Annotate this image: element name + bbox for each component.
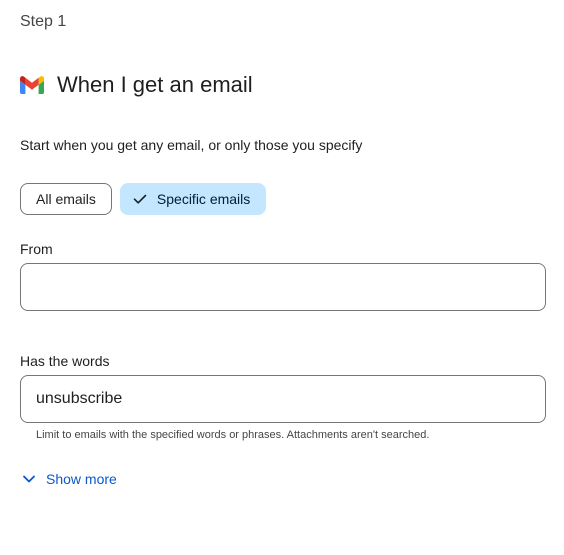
all-emails-chip-label: All emails [36, 191, 96, 207]
workflow-step-panel: Step 1 When I get an email Start when yo… [0, 0, 564, 555]
has-words-label: Has the words [20, 353, 110, 369]
show-more-label: Show more [46, 471, 117, 487]
email-filter-chips: All emails Specific emails [20, 183, 267, 215]
specific-emails-chip[interactable]: Specific emails [119, 183, 267, 215]
trigger-header: When I get an email [20, 72, 253, 98]
all-emails-chip[interactable]: All emails [20, 183, 112, 215]
checkmark-icon [131, 190, 149, 208]
has-words-helper-text: Limit to emails with the specified words… [36, 429, 430, 441]
step-label: Step 1 [20, 13, 67, 30]
specific-emails-chip-label: Specific emails [156, 191, 251, 207]
has-words-field[interactable] [20, 375, 546, 423]
chevron-down-icon [20, 470, 38, 488]
gmail-icon [20, 76, 44, 94]
from-field[interactable] [20, 263, 546, 311]
trigger-title: When I get an email [57, 72, 253, 97]
trigger-description: Start when you get any email, or only th… [20, 137, 363, 153]
show-more-button[interactable]: Show more [20, 470, 117, 488]
from-label: From [20, 241, 53, 257]
